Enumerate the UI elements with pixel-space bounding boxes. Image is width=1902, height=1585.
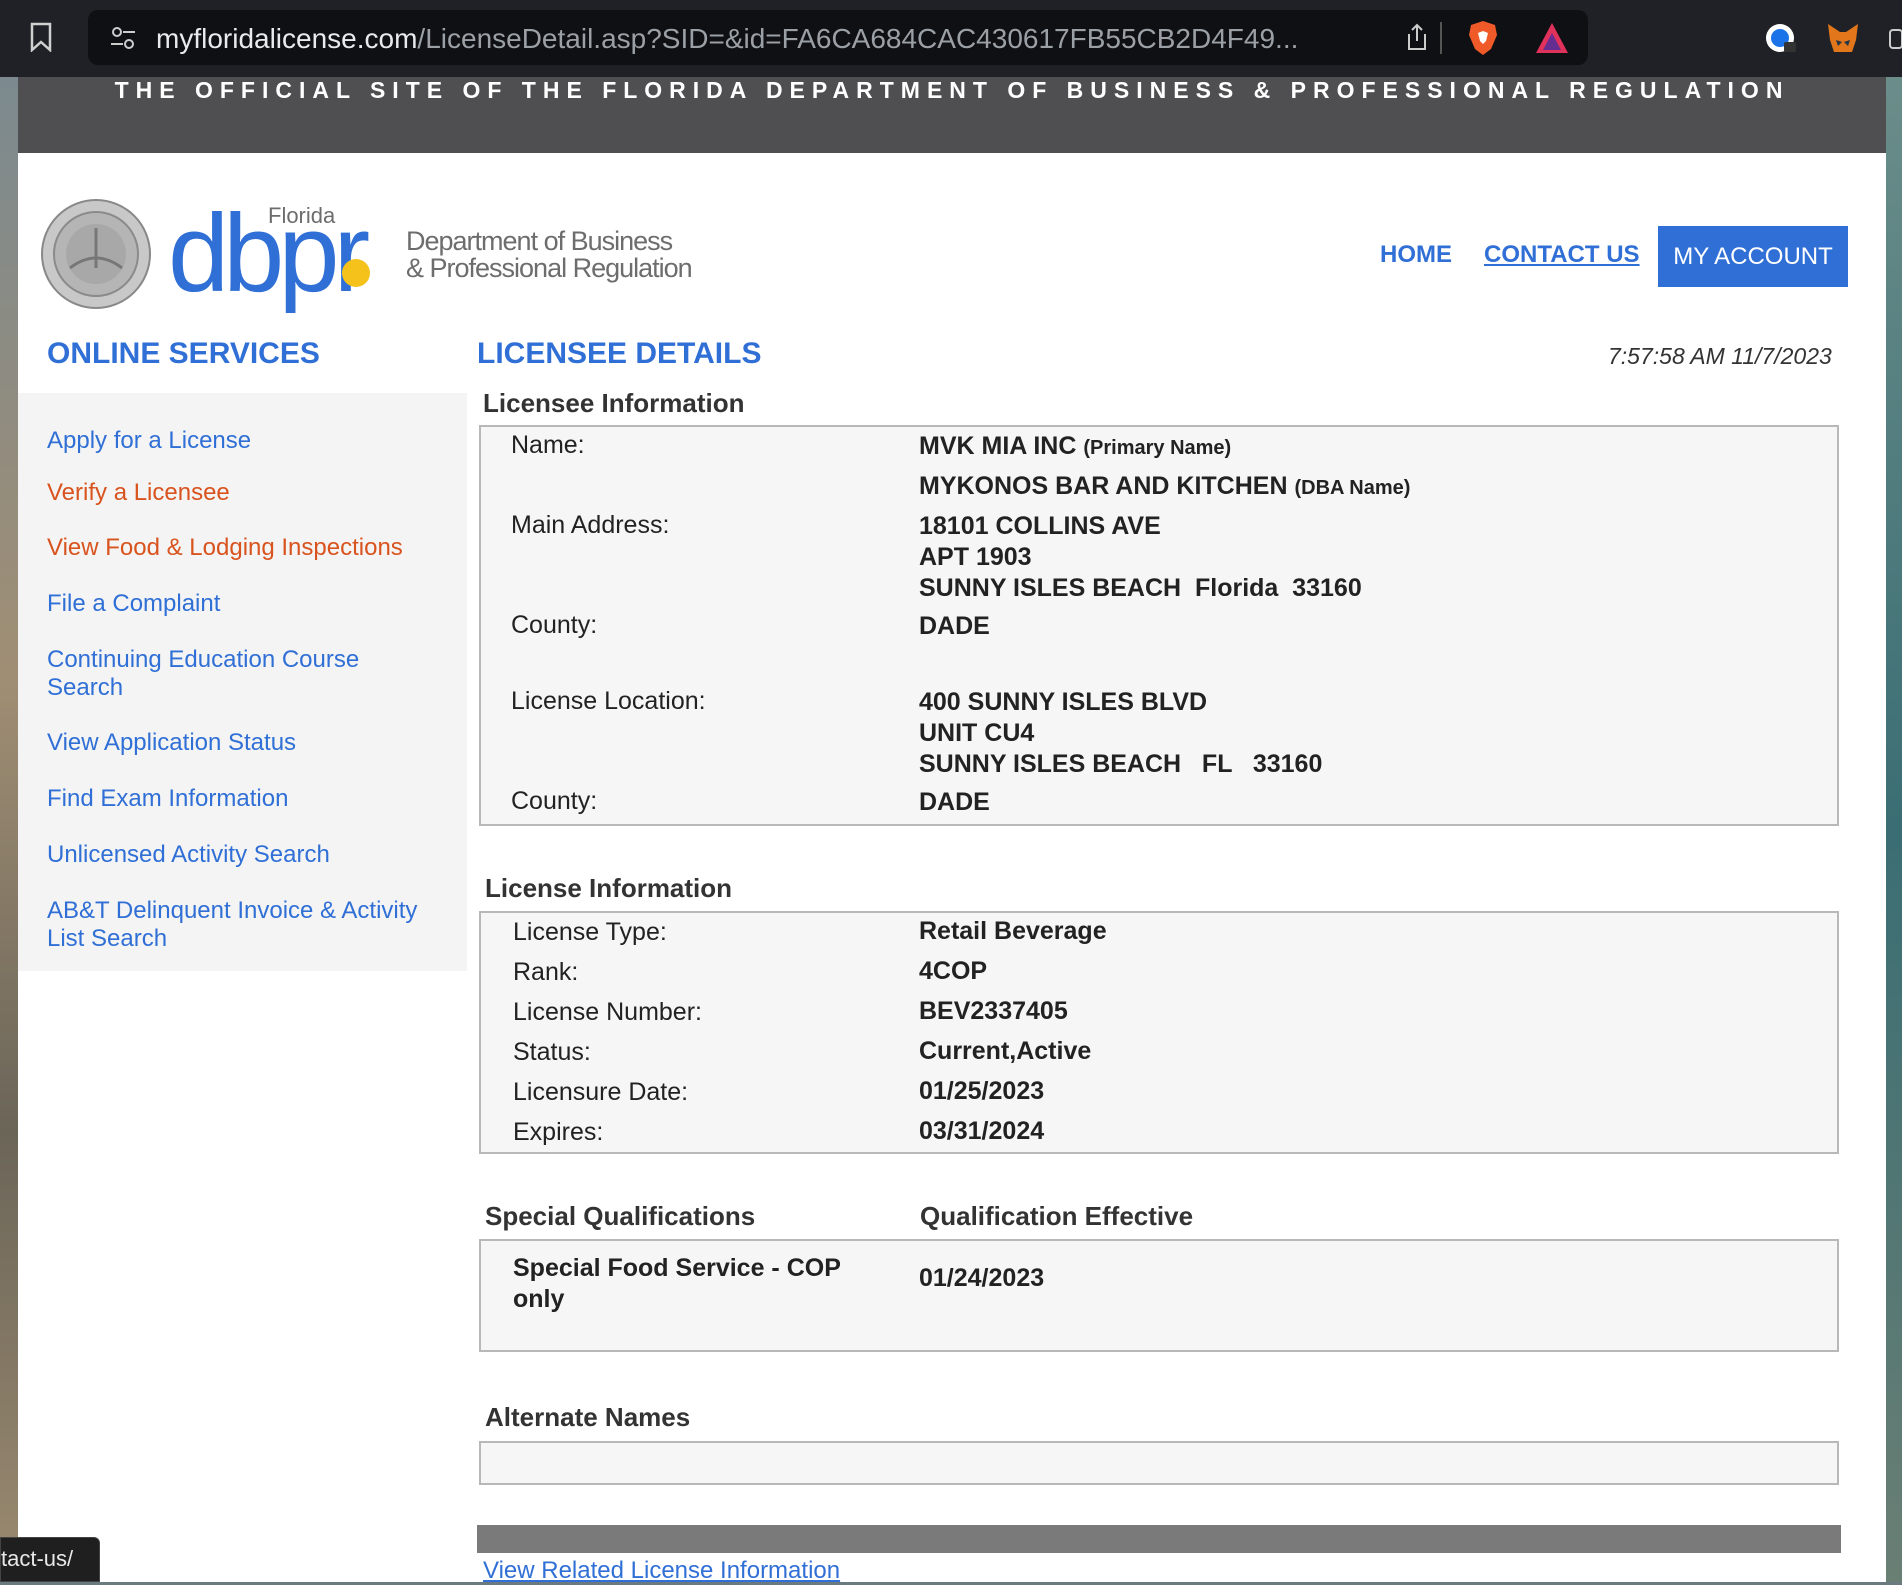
site-settings-icon[interactable] [110,26,136,50]
sidebar-item-unlicensed-activity[interactable]: Unlicensed Activity Search [47,841,447,869]
sidebar-item-file-complaint[interactable]: File a Complaint [47,590,447,618]
primary-name-tag: (Primary Name) [1083,437,1232,459]
license-number-value: BEV2337405 [919,997,1068,1025]
alternate-names-box [479,1441,1839,1485]
primary-name: MVK MIA INC (Primary Name) [919,431,1231,464]
licensee-info-box: Name: MVK MIA INC (Primary Name) MYKONOS… [479,425,1839,826]
rank-value: 4COP [919,957,988,985]
county-label: County: [511,611,598,639]
page-content: dbpr Florida Department of Business & Pr… [18,153,1886,1585]
license-number-label: License Number: [513,998,702,1026]
expires-value: 03/31/2024 [919,1117,1045,1145]
my-account-button[interactable]: MY ACCOUNT [1658,226,1848,287]
county2-value: DADE [919,788,990,816]
licensure-date-label: Licensure Date: [513,1078,689,1106]
sidebar-item-ce-course-search[interactable]: Continuing Education Course Search [47,646,387,702]
url-text[interactable]: myfloridalicense.com/LicenseDetail.asp?S… [156,23,1298,55]
main-address: 18101 COLLINS AVE APT 1903 SUNNY ISLES B… [919,511,1362,604]
special-qualifications-box: Special Food Service - COP only 01/24/20… [479,1239,1839,1352]
status-bar-url-tooltip: tact-us/ [0,1537,100,1582]
sidebar-item-apply-license[interactable]: Apply for a License [47,427,447,455]
qualification-name: Special Food Service - COP only [513,1254,841,1313]
location-line-3: SUNNY ISLES BEACH FL 33160 [919,750,1323,778]
status-label: Status: [513,1038,591,1066]
license-type-label: License Type: [513,918,667,946]
url-path: /LicenseDetail.asp?SID=&id=FA6CA684CAC43… [417,23,1299,54]
logo-line-1: Department of Business [406,226,673,256]
sidebar-item-application-status[interactable]: View Application Status [47,729,447,757]
qualification-effective-date: 01/24/2023 [919,1264,1045,1292]
page-background-right [1886,77,1902,1582]
alternate-names-heading: Alternate Names [485,1402,691,1432]
status-value: Current,Active [919,1037,1092,1065]
section-divider-bar [477,1525,1841,1553]
extensions-icon[interactable] [1888,22,1902,56]
main-address-line-3: SUNNY ISLES BEACH Florida 33160 [919,574,1362,602]
main-address-line-2: APT 1903 [919,543,1032,571]
location-line-1: 400 SUNNY ISLES BLVD [919,688,1208,716]
dba-name-value: MYKONOS BAR AND KITCHEN [919,472,1288,500]
licensure-date-value: 01/25/2023 [919,1077,1045,1105]
official-site-banner: THE OFFICIAL SITE OF THE FLORIDA DEPARTM… [18,77,1886,153]
nav-contact-us-link[interactable]: CONTACT US [1484,241,1640,269]
sidebar-item-abt-delinquent-invoice[interactable]: AB&T Delinquent Invoice & Activity List … [47,897,427,953]
county-value: DADE [919,612,990,640]
online-services-title: ONLINE SERVICES [47,337,320,370]
page-title: LICENSEE DETAILS [477,337,762,370]
logo-line-2: & Professional Regulation [406,253,693,283]
location-line-2: UNIT CU4 [919,719,1035,747]
license-location-label: License Location: [511,687,706,715]
svg-text:Florida: Florida [268,205,336,228]
florida-state-seal-icon [41,199,151,309]
sidebar-item-food-lodging-inspections[interactable]: View Food & Lodging Inspections [47,534,447,562]
share-icon[interactable] [1406,23,1428,51]
metamask-icon[interactable] [1826,20,1860,56]
toolbar-separator [1440,22,1442,54]
license-info-heading: License Information [485,873,733,903]
address-bar[interactable]: myfloridalicense.com/LicenseDetail.asp?S… [88,10,1588,65]
password-manager-icon[interactable] [1764,22,1798,56]
page-background-left [0,77,18,1582]
banner-text: THE OFFICIAL SITE OF THE FLORIDA DEPARTM… [114,77,1790,103]
county2-label: County: [511,787,598,815]
timestamp: 7:57:58 AM 11/7/2023 [1608,343,1832,369]
browser-toolbar: myfloridalicense.com/LicenseDetail.asp?S… [0,0,1902,77]
url-domain: myfloridalicense.com [156,23,418,54]
brave-rewards-icon[interactable] [1534,21,1570,55]
sidebar-item-exam-information[interactable]: Find Exam Information [47,785,447,813]
special-qualifications-heading: Special Qualifications [485,1201,756,1231]
sidebar-item-verify-licensee[interactable]: Verify a Licensee [47,479,447,507]
licensee-info-heading: Licensee Information [483,388,745,418]
dba-name: MYKONOS BAR AND KITCHEN (DBA Name) [919,471,1410,504]
license-location: 400 SUNNY ISLES BLVD UNIT CU4 SUNNY ISLE… [919,687,1322,780]
qualification-effective-heading: Qualification Effective [920,1201,1194,1231]
rank-label: Rank: [513,958,579,986]
primary-name-value: MVK MIA INC [919,432,1077,460]
view-related-license-link[interactable]: View Related License Information [483,1557,840,1585]
dba-name-tag: (DBA Name) [1294,477,1411,499]
license-type-value: Retail Beverage [919,917,1107,945]
main-address-line-1: 18101 COLLINS AVE [919,512,1161,540]
expires-label: Expires: [513,1118,604,1146]
nav-home-link[interactable]: HOME [1380,241,1452,269]
name-label: Name: [511,431,585,459]
bookmark-icon[interactable] [30,22,52,52]
logo-tagline: Department of Business & Professional Re… [406,226,693,283]
sidebar: Apply for a License Verify a Licensee Vi… [18,393,467,971]
main-address-label: Main Address: [511,511,670,539]
license-info-box: License Type: Retail Beverage Rank: 4COP… [479,911,1839,1154]
brave-shields-icon[interactable] [1466,19,1500,57]
